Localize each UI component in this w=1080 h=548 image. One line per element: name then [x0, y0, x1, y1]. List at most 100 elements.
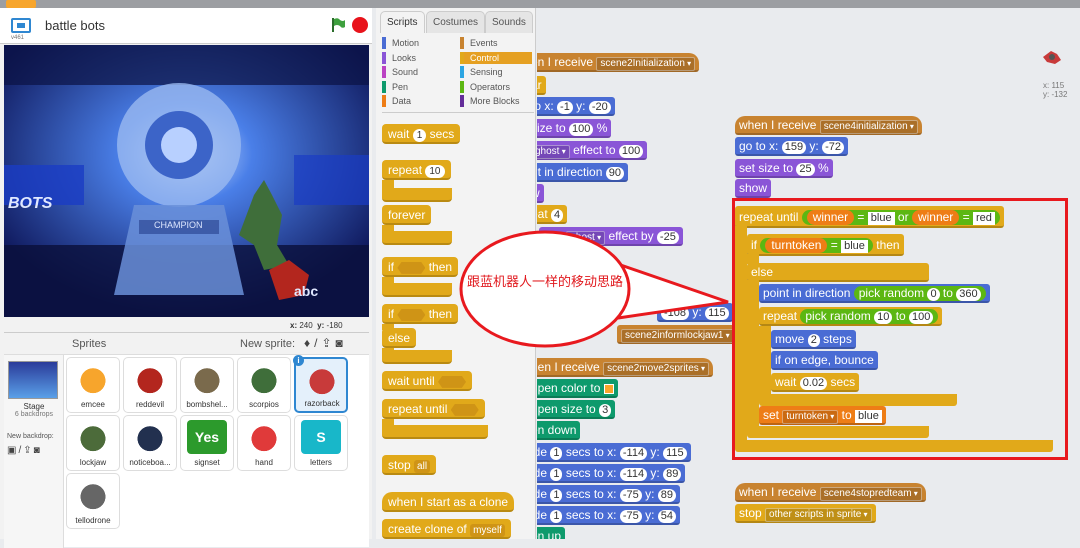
stage-trophy-text: CHAMPION — [154, 220, 203, 230]
upload-backdrop-icon[interactable]: ⇪ — [23, 445, 33, 456]
category-sound[interactable]: Sound — [382, 66, 454, 78]
project-title[interactable]: battle bots — [39, 16, 311, 36]
sprite-signset[interactable]: Yes signset — [180, 415, 234, 471]
callout-text: 跟蓝机器人一样的移动思路 — [466, 274, 623, 289]
upload-sprite-icon[interactable]: ⇪ — [321, 336, 335, 350]
palette-if-block[interactable]: if then — [382, 257, 459, 277]
left-repeat-block[interactable]: eat 4 — [537, 205, 568, 224]
left-pen-up-block[interactable]: en up — [537, 527, 566, 539]
info-icon[interactable]: i — [293, 355, 304, 366]
left-goto-block[interactable]: to x: -1 y: -20 — [537, 97, 615, 116]
stop-when-receive-block[interactable]: when I receive scene4stopredteam — [735, 483, 926, 502]
left-glide-2-block[interactable]: ide 1 secs to x: -114 y: 89 — [537, 464, 686, 483]
sprite-bombshel[interactable]: bombshel... — [180, 357, 234, 413]
category-swatch — [382, 95, 386, 107]
left-glide-partial-block[interactable]: -108 y: 115 — [657, 303, 733, 322]
sprite-position-readout: x: 115 y: -132 — [1043, 81, 1068, 99]
category-looks[interactable]: Looks — [382, 51, 454, 64]
palette-wait-until-block[interactable]: wait until — [382, 371, 473, 391]
sprite-tellodrone[interactable]: tellodrone — [66, 473, 120, 529]
category-label: More Blocks — [470, 96, 520, 106]
left-effect-block[interactable]: ghost effect to 100 — [537, 141, 648, 160]
sprite-name: hand — [255, 458, 273, 467]
scratch-logo[interactable] — [6, 0, 36, 8]
category-label: Operators — [470, 81, 511, 92]
main-when-receive-block[interactable]: when I receive scene4initialization — [735, 116, 922, 135]
sprite-hand[interactable]: hand — [237, 415, 291, 471]
left-pen-size-block[interactable]: t pen size to 3 — [537, 400, 616, 419]
sprites-header: Sprites New sprite: ♦/⇪◙ — [4, 333, 369, 355]
stage-thumbnail[interactable] — [8, 361, 58, 399]
camera-backdrop-icon[interactable]: ◙ — [34, 445, 42, 456]
backdrop-library-icon[interactable]: ▣ — [7, 445, 18, 456]
stage-panel: v461 battle bots BOTS CHAMPION abc x: 24… — [0, 8, 372, 548]
left-when-receive-2-block[interactable]: hen I receive scene2move2sprites — [537, 358, 714, 377]
palette-repeat-until-block[interactable]: repeat until — [382, 399, 485, 419]
sprite-name: letters — [310, 458, 332, 467]
category-control[interactable]: Control — [460, 51, 532, 64]
left-show-block[interactable]: w — [537, 184, 544, 203]
left-when-receive-block[interactable]: en I receive scene2Initialization — [537, 53, 700, 72]
sprite-name: emcee — [80, 400, 105, 409]
sprite-razorback[interactable]: razorback i — [293, 355, 348, 413]
category-swatch — [382, 37, 386, 49]
backdrop-count: 6 backdrops — [14, 411, 54, 418]
tab-sounds[interactable]: Sounds — [485, 11, 533, 33]
palette-when-clone-block[interactable]: when I start as a clone — [382, 492, 515, 512]
sprite-name: signset — [194, 458, 220, 467]
stage-header: v461 battle bots — [0, 8, 372, 44]
tab-scripts[interactable]: Scripts — [380, 11, 425, 33]
sprite-scorpios[interactable]: scorpios — [237, 357, 291, 413]
new-sprite-icons[interactable]: ♦/⇪◙ — [304, 336, 347, 350]
palette-create-clone-block[interactable]: create clone of myself — [382, 519, 511, 539]
category-motion[interactable]: Motion — [382, 37, 454, 49]
main-show-block[interactable]: show — [735, 179, 772, 198]
left-direction-block[interactable]: nt in direction 90 — [537, 163, 628, 182]
stage-selector[interactable]: Stage 6 backdrops New backdrop: ▣/⇪◙ — [4, 355, 64, 548]
stop-other-scripts-block[interactable]: stop other scripts in sprite — [735, 504, 876, 523]
category-more-blocks[interactable]: More Blocks — [460, 95, 532, 107]
left-size-block[interactable]: size to 100 % — [537, 119, 612, 138]
palette-if-else-block[interactable]: if then — [382, 304, 459, 324]
left-pen-color-block[interactable]: t pen color to — [537, 379, 618, 398]
stage-canvas[interactable]: BOTS CHAMPION abc — [4, 45, 369, 317]
pen-color-swatch[interactable] — [603, 383, 614, 394]
category-data[interactable]: Data — [382, 95, 454, 107]
fullscreen-icon[interactable] — [11, 18, 31, 33]
sprite-name: razorback — [304, 399, 340, 408]
sprite-library-icon[interactable]: ♦ — [304, 336, 314, 350]
main-size-block[interactable]: set size to 25 % — [735, 159, 833, 178]
category-events[interactable]: Events — [460, 37, 532, 49]
palette-wait-block[interactable]: wait 1 secs — [382, 124, 461, 144]
palette-repeat-block[interactable]: repeat 10 — [382, 160, 451, 180]
green-flag-icon[interactable] — [330, 17, 346, 33]
sprite-thumbnail: S — [301, 420, 341, 454]
new-backdrop-icons[interactable]: ▣/⇪◙ — [7, 445, 42, 456]
left-glide-1-block[interactable]: ide 1 secs to x: -114 y: 115 — [537, 443, 691, 462]
camera-sprite-icon[interactable]: ◙ — [336, 336, 347, 350]
sprite-lockjaw[interactable]: lockjaw — [66, 415, 120, 471]
palette-forever-block[interactable]: forever — [382, 205, 432, 225]
left-change-effect-block[interactable]: nge ghost effect by -25 — [539, 227, 683, 246]
category-operators[interactable]: Operators — [460, 80, 532, 93]
left-pen-down-block[interactable]: en down — [537, 421, 581, 440]
category-sensing[interactable]: Sensing — [460, 66, 532, 78]
sprite-reddevil[interactable]: reddevil — [123, 357, 177, 413]
main-goto-block[interactable]: go to x: 159 y: -72 — [735, 137, 848, 156]
tab-costumes[interactable]: Costumes — [426, 11, 486, 33]
category-swatch — [382, 51, 386, 64]
stop-button[interactable] — [352, 17, 368, 33]
category-pen[interactable]: Pen — [382, 80, 454, 93]
sprite-emcee[interactable]: emcee — [66, 357, 120, 413]
palette-forever-end — [382, 231, 452, 245]
category-list: Motion Events Looks Control Sound Sensing Pen O… — [382, 37, 534, 113]
left-broadcast-block[interactable]: scene2informlockjaw1 — [617, 325, 738, 344]
sprite-noticeboa[interactable]: noticeboa... — [123, 415, 177, 471]
sprite-thumbnail: Yes — [187, 420, 227, 454]
left-clear-block[interactable]: ar — [537, 76, 546, 95]
palette-stop-block[interactable]: stop all — [382, 455, 437, 475]
category-label: Events — [470, 38, 498, 48]
sprite-letters[interactable]: Sletters — [294, 415, 348, 471]
left-glide-4-block[interactable]: ide 1 secs to x: -75 y: 54 — [537, 506, 681, 525]
left-glide-3-block[interactable]: ide 1 secs to x: -75 y: 89 — [537, 485, 681, 504]
